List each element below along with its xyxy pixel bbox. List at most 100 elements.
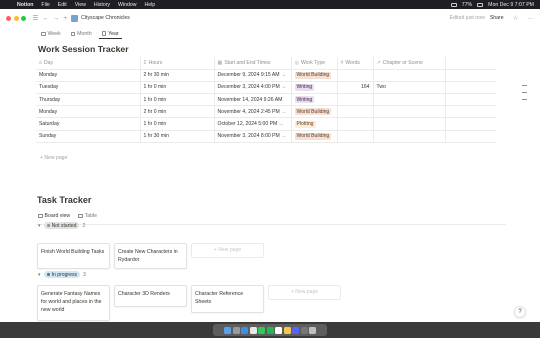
cell-words[interactable]: 164 <box>337 81 374 95</box>
cell-day[interactable]: Monday <box>36 105 141 119</box>
cell-day[interactable]: Saturday <box>36 117 141 131</box>
cell-work-type[interactable]: World Building <box>291 69 338 82</box>
cell-day[interactable]: Sunday <box>36 130 141 143</box>
column-header-times[interactable]: ▦ Start and End Times <box>214 57 292 70</box>
group-header-in-progress[interactable]: ▾ In progress 3 <box>38 271 86 278</box>
menu-file[interactable]: File <box>41 2 49 8</box>
chevron-down-icon[interactable]: ▾ <box>38 223 41 229</box>
spotify-icon[interactable] <box>266 326 274 334</box>
menu-help[interactable]: Help <box>144 2 155 8</box>
cell-hours[interactable]: 1 hr 0 min <box>140 93 215 107</box>
cell-chapter[interactable] <box>373 93 446 107</box>
work-session-title[interactable]: Work Session Tracker <box>38 44 129 54</box>
zoom-window-button[interactable] <box>21 15 26 21</box>
cell-words[interactable] <box>337 105 374 119</box>
safari-icon[interactable] <box>241 326 248 334</box>
cell-empty[interactable] <box>445 81 496 95</box>
cell-hours[interactable]: 1 hr 0 min <box>140 81 215 95</box>
cell-times[interactable]: November 3, 2024 8:00 PM → <box>214 130 292 143</box>
cell-hours[interactable]: 1 hr 0 min <box>140 117 215 131</box>
cell-chapter[interactable] <box>373 117 446 131</box>
cell-times[interactable]: November 14, 2024 9:26 AM <box>214 93 292 107</box>
cell-hours[interactable]: 1 hr 30 min <box>140 130 215 143</box>
cell-empty[interactable] <box>445 130 496 143</box>
tab-month[interactable]: Month <box>68 29 95 39</box>
cell-times[interactable]: October 12, 2024 5:00 PM → <box>214 117 292 131</box>
task-card[interactable]: Generate Fantasy Names for world and pla… <box>37 285 110 321</box>
messages-icon[interactable] <box>258 326 265 334</box>
minimize-window-button[interactable] <box>13 15 19 21</box>
column-header-chapter[interactable]: ↗ Chapter or Scene <box>373 57 446 70</box>
cell-chapter[interactable] <box>373 130 446 143</box>
close-window-button[interactable] <box>6 15 11 21</box>
column-header-hours[interactable]: Σ Hours <box>140 57 215 70</box>
task-card[interactable]: Create New Characters in Rydardor <box>114 243 187 269</box>
star-icon[interactable]: ☆ <box>513 14 519 22</box>
table-of-contents-marks[interactable] <box>522 85 527 105</box>
cell-empty[interactable] <box>445 105 496 119</box>
cell-chapter[interactable] <box>373 69 446 82</box>
toc-mark[interactable] <box>522 85 527 86</box>
cell-day[interactable]: Tuesday <box>36 81 141 95</box>
cell-times[interactable]: December 9, 2024 9:15 AM → <box>214 69 292 82</box>
task-card[interactable]: Character Reference Sheets <box>191 285 264 313</box>
new-card-button[interactable]: + New page <box>268 285 341 300</box>
calendar-app-icon[interactable] <box>275 326 282 334</box>
task-card[interactable]: Character 3D Renders <box>114 285 187 307</box>
menu-window[interactable]: Window <box>118 2 136 8</box>
column-header-day[interactable]: ≡ Day <box>36 57 141 70</box>
help-button[interactable]: ? <box>514 306 526 318</box>
breadcrumb-page-title[interactable]: Cityscape Chronicles <box>81 15 130 21</box>
column-header-work-type[interactable]: ◎ Work Type <box>291 57 338 70</box>
more-options-icon[interactable]: ··· <box>528 15 535 22</box>
share-button[interactable]: Share <box>490 15 504 21</box>
menu-view[interactable]: View <box>75 2 86 8</box>
table-row[interactable]: Monday 2 hr 30 min December 9, 2024 9:15… <box>36 69 496 82</box>
cell-work-type[interactable]: World Building <box>291 105 338 119</box>
table-row[interactable]: Tuesday 1 hr 0 min December 3, 2024 4:00… <box>36 81 496 95</box>
trash-icon[interactable] <box>309 326 316 334</box>
cell-hours[interactable]: 2 hr 30 min <box>140 69 215 82</box>
menu-edit[interactable]: Edit <box>58 2 67 8</box>
battery-icon[interactable] <box>477 2 484 7</box>
cell-work-type[interactable]: Plotting <box>291 117 338 131</box>
new-card-button[interactable]: + New page <box>191 243 264 258</box>
cell-empty[interactable] <box>445 69 496 82</box>
new-page-plus-icon[interactable]: + <box>63 15 67 22</box>
cell-times[interactable]: November 4, 2024 2:45 PM → <box>214 105 292 119</box>
menu-history[interactable]: History <box>94 2 110 8</box>
cell-day[interactable]: Monday <box>36 69 141 82</box>
cell-chapter[interactable]: Two <box>373 81 446 95</box>
table-row[interactable]: Monday 2 hr 0 min November 4, 2024 2:45 … <box>36 105 496 119</box>
toc-mark[interactable] <box>522 91 527 93</box>
task-tracker-title[interactable]: Task Tracker <box>37 195 91 205</box>
cell-work-type[interactable]: Writing <box>291 93 338 107</box>
cell-work-type[interactable]: Writing <box>291 81 338 95</box>
back-arrow-icon[interactable]: ← <box>42 15 49 22</box>
task-card[interactable]: Finish World Building Tasks <box>37 243 110 269</box>
table-row[interactable]: Saturday 1 hr 0 min October 12, 2024 5:0… <box>36 117 496 131</box>
tab-table[interactable]: Table <box>78 213 97 219</box>
menu-app-name[interactable]: Notion <box>17 2 33 8</box>
sidebar-toggle-icon[interactable]: ☰ <box>33 14 39 22</box>
chevron-down-icon[interactable]: ▾ <box>38 272 41 278</box>
notes-icon[interactable] <box>283 326 291 334</box>
notion-dock-icon[interactable] <box>249 326 257 334</box>
forward-arrow-icon[interactable]: → <box>53 15 60 22</box>
cell-empty[interactable] <box>445 117 496 131</box>
group-header-not-started[interactable]: ▾ Not started 2 <box>38 222 85 229</box>
finder-icon[interactable] <box>224 326 231 334</box>
launchpad-icon[interactable] <box>232 326 240 334</box>
cell-words[interactable] <box>337 117 374 131</box>
cell-hours[interactable]: 2 hr 0 min <box>140 105 215 119</box>
new-page-row-button[interactable]: + New page <box>40 155 67 161</box>
table-row[interactable]: Thursday 1 hr 0 min November 14, 2024 9:… <box>36 93 496 107</box>
tab-year[interactable]: Year <box>98 29 122 39</box>
table-row[interactable]: Sunday 1 hr 30 min November 3, 2024 8:00… <box>36 130 496 143</box>
cell-empty[interactable] <box>445 93 496 107</box>
wifi-icon[interactable] <box>450 2 457 7</box>
cell-chapter[interactable] <box>373 105 446 119</box>
cell-words[interactable] <box>337 130 374 143</box>
cell-day[interactable]: Thursday <box>36 93 141 107</box>
cell-times[interactable]: December 3, 2024 4:00 PM → <box>214 81 292 95</box>
